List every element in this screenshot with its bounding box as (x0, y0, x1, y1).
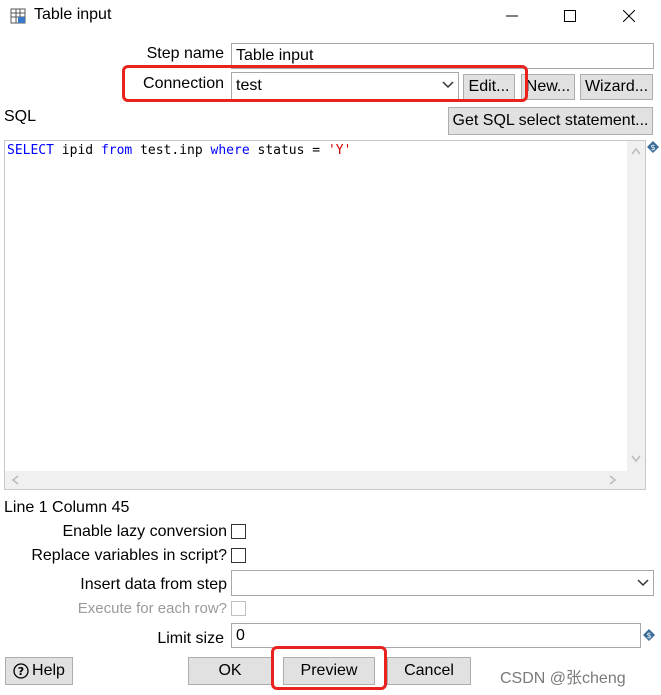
sql-editor[interactable]: SELECT ipid from test.inp where status =… (4, 140, 646, 490)
help-icon: ? (13, 663, 29, 679)
wizard-button[interactable]: Wizard... (580, 74, 653, 100)
connection-highlight (122, 65, 528, 102)
lazy-conversion-label: Enable lazy conversion (62, 523, 227, 540)
ok-button[interactable]: OK (188, 657, 272, 685)
chevron-down-icon (637, 579, 649, 587)
title-bar: Table input (0, 0, 661, 32)
scrollbar-corner (627, 471, 645, 489)
limit-size-label: Limit size (157, 630, 224, 647)
vertical-scrollbar[interactable] (627, 141, 645, 471)
minimize-icon (506, 15, 518, 17)
step-name-label: Step name (146, 45, 224, 62)
variable-icon: $ (643, 629, 655, 641)
sql-text: SELECT ipid from test.inp where status =… (7, 143, 352, 158)
close-button[interactable] (604, 0, 654, 32)
cancel-button[interactable]: Cancel (387, 657, 471, 685)
insert-data-label: Insert data from step (80, 576, 227, 593)
insert-data-select[interactable] (231, 570, 654, 596)
maximize-icon (564, 10, 576, 22)
svg-text:$: $ (650, 143, 655, 152)
cursor-position-status: Line 1 Column 45 (4, 499, 130, 516)
minimize-button[interactable] (487, 0, 537, 32)
replace-variables-checkbox[interactable] (231, 548, 246, 563)
close-icon (623, 10, 635, 22)
window-title: Table input (34, 6, 112, 23)
watermark-text: CSDN @张cheng (500, 670, 626, 687)
get-sql-button[interactable]: Get SQL select statement... (448, 107, 653, 135)
execute-each-row-checkbox[interactable] (231, 601, 246, 616)
table-grid-icon (10, 8, 26, 24)
scroll-left-icon[interactable] (11, 475, 19, 485)
variable-icon: $ (647, 141, 659, 153)
scroll-right-icon[interactable] (609, 475, 617, 485)
preview-highlight (271, 646, 387, 690)
limit-size-input[interactable]: 0 (231, 623, 641, 648)
scroll-down-icon[interactable] (631, 455, 641, 463)
horizontal-scrollbar[interactable] (5, 471, 629, 489)
sql-label: SQL (4, 108, 37, 125)
new-connection-button[interactable]: New... (521, 74, 575, 100)
lazy-conversion-checkbox[interactable] (231, 524, 246, 539)
maximize-button[interactable] (545, 0, 595, 32)
execute-each-row-label: Execute for each row? (77, 600, 227, 617)
svg-text:$: $ (646, 631, 651, 640)
replace-variables-label: Replace variables in script? (31, 547, 227, 564)
scroll-up-icon[interactable] (631, 147, 641, 155)
help-button[interactable]: ? Help (5, 657, 73, 685)
svg-text:?: ? (18, 665, 24, 678)
